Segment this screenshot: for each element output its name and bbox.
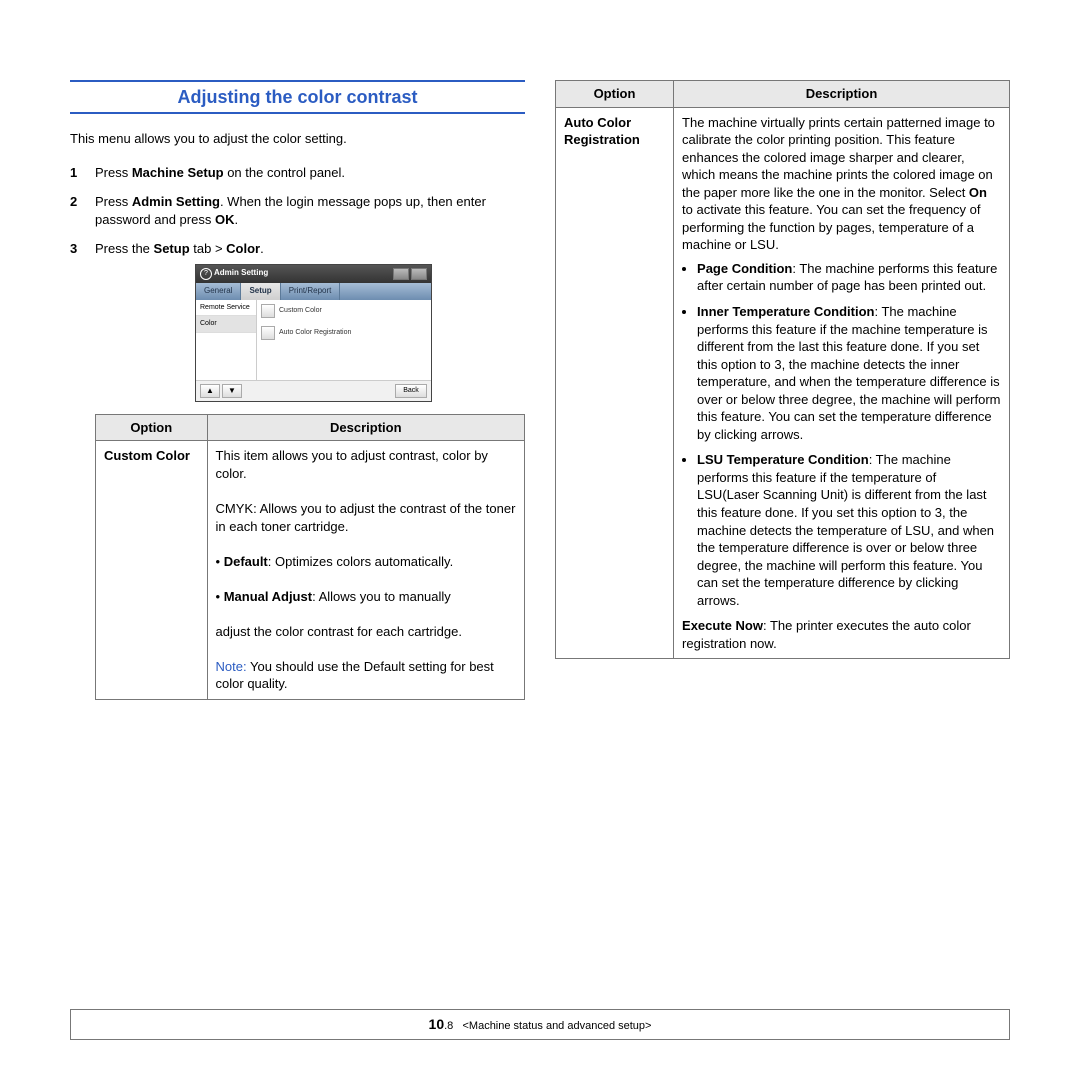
step-num: 3 [70, 240, 85, 700]
step-2: 2Press Admin Setting. When the login mes… [70, 193, 525, 228]
option-name: Custom Color [104, 448, 190, 463]
section-heading: Adjusting the color contrast [70, 80, 525, 114]
options-table-1: OptionDescription Custom Color This item… [95, 414, 525, 700]
step-1: 1Press Machine Setup on the control pane… [70, 164, 525, 182]
tab-setup: Setup [241, 283, 280, 300]
side-item: Remote Service [196, 300, 256, 316]
ui-screenshot: ?Admin Setting GeneralSetupPrint/Report … [195, 264, 432, 402]
th-description: Description [674, 81, 1010, 108]
option-description: This item allows you to adjust contrast,… [207, 441, 524, 700]
option-name: Auto Color Registration [564, 115, 640, 148]
tab-print-report: Print/Report [281, 283, 341, 300]
th-option: Option [556, 81, 674, 108]
step-num: 2 [70, 193, 85, 228]
option-label: Custom Color [279, 306, 322, 315]
options-table-2: OptionDescription Auto Color Registratio… [555, 80, 1010, 659]
intro-text: This menu allows you to adjust the color… [70, 130, 525, 148]
checkbox-icon [261, 326, 275, 340]
th-option: Option [96, 414, 208, 441]
option-label: Auto Color Registration [279, 328, 351, 337]
titlebar-btn [393, 268, 409, 280]
checkbox-icon [261, 304, 275, 318]
up-arrow-icon: ▲ [200, 384, 220, 398]
back-button: Back [395, 384, 427, 398]
th-description: Description [207, 414, 524, 441]
page-footer: 10.8 <Machine status and advanced setup> [70, 1009, 1010, 1040]
window-title: Admin Setting [214, 268, 268, 277]
help-icon: ? [200, 268, 212, 280]
titlebar-btn [411, 268, 427, 280]
tab-general: General [196, 283, 241, 300]
option-description: The machine virtually prints certain pat… [674, 107, 1010, 659]
side-item: Color [196, 316, 256, 332]
down-arrow-icon: ▼ [222, 384, 242, 398]
step-num: 1 [70, 164, 85, 182]
step-3: 3 Press the Setup tab > Color. ?Admin Se… [70, 240, 525, 700]
